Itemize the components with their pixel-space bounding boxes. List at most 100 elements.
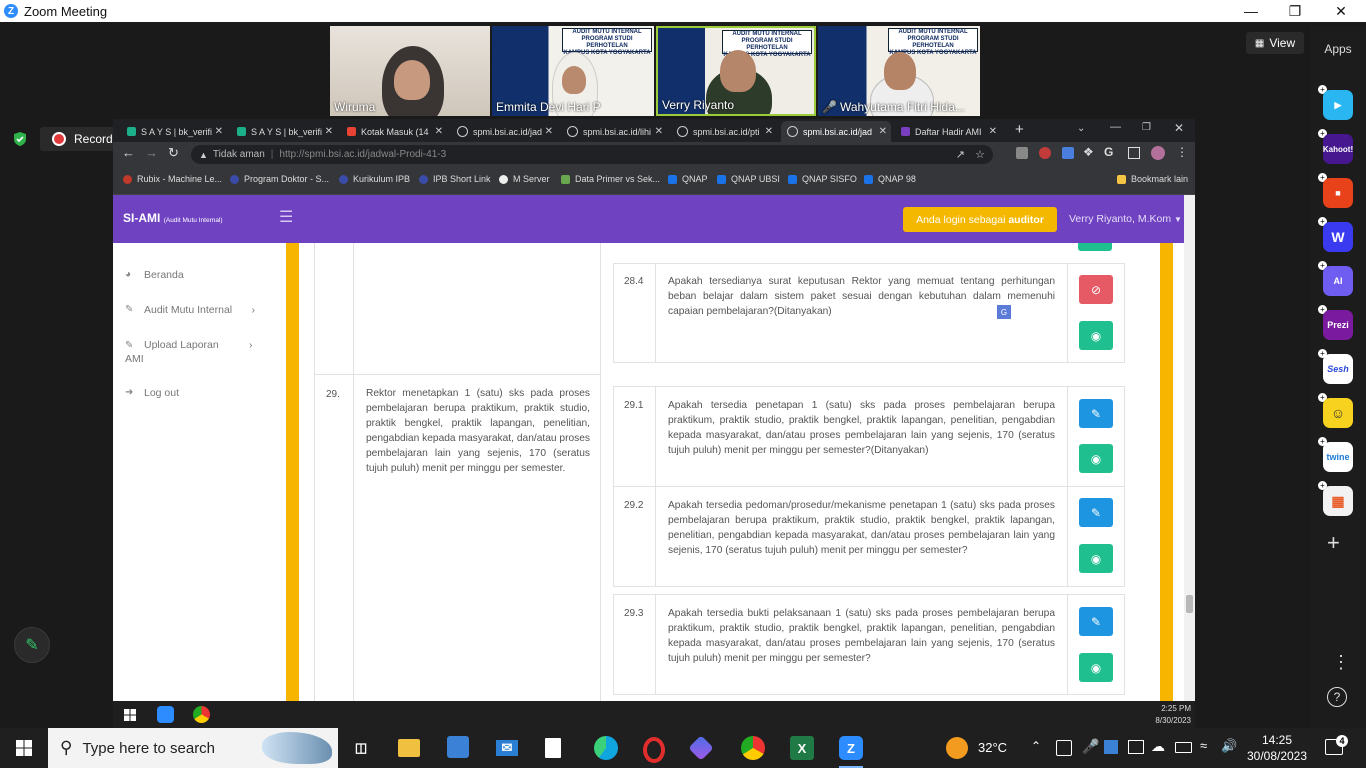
app-icon-twine[interactable]: twine bbox=[1323, 442, 1353, 472]
new-tab-icon[interactable]: + bbox=[1015, 121, 1024, 138]
store-icon[interactable] bbox=[447, 736, 469, 758]
bookmark-item[interactable]: QNAP UBSI bbox=[717, 174, 780, 184]
windows-start-icon[interactable] bbox=[16, 740, 32, 756]
browser-minimize-icon[interactable]: — bbox=[1110, 121, 1121, 133]
view-button[interactable]: ◉ bbox=[1079, 653, 1113, 682]
sidebar-item-beranda[interactable]: ◕ Beranda bbox=[125, 269, 184, 281]
view-button[interactable]: ◉ bbox=[1079, 544, 1113, 573]
wifi-icon[interactable]: ≈ bbox=[1200, 738, 1207, 753]
zoom-taskbar-icon[interactable] bbox=[157, 706, 174, 723]
address-bar[interactable]: ▲ Tidak aman | http://spmi.bsi.ac.id/jad… bbox=[191, 145, 993, 164]
tab-8[interactable]: Daftar Hadir AMI ✕ bbox=[895, 121, 1001, 142]
bookmark-item[interactable]: Data Primer vs Sek... bbox=[561, 174, 660, 184]
system-clock[interactable]: 14:25 30/08/2023 bbox=[1246, 732, 1308, 764]
show-hidden-icons-chevron[interactable]: ⌃ bbox=[1031, 739, 1041, 753]
back-icon[interactable]: ← bbox=[122, 145, 135, 160]
document-icon[interactable] bbox=[545, 738, 561, 758]
opera-icon[interactable] bbox=[643, 737, 665, 763]
app-icon-smile[interactable]: ☺ bbox=[1323, 398, 1353, 428]
share-icon[interactable]: ↗ bbox=[956, 148, 965, 161]
network-tray-icon[interactable] bbox=[1104, 740, 1118, 754]
chrome-icon[interactable] bbox=[741, 736, 765, 760]
app-icon-grid[interactable]: ▦ bbox=[1323, 486, 1353, 516]
app-icon-1[interactable]: ▶ bbox=[1323, 90, 1353, 120]
app-icon-sesh[interactable]: Sesh bbox=[1323, 354, 1353, 384]
taskbar-search[interactable]: ⚲ Type here to search bbox=[48, 728, 338, 768]
app-icon-w[interactable]: W bbox=[1323, 222, 1353, 252]
help-icon[interactable]: ? bbox=[1327, 687, 1347, 707]
extensions-puzzle-icon[interactable]: ❖ bbox=[1083, 145, 1094, 159]
tab-6[interactable]: spmi.bsi.ac.id/pti ✕ bbox=[671, 121, 777, 142]
google-icon[interactable]: G bbox=[1104, 145, 1113, 159]
tab-1[interactable]: S A Y S | bk_verifi ✕ bbox=[121, 121, 227, 142]
minimize-icon[interactable]: — bbox=[1228, 0, 1274, 22]
edit-button[interactable]: ✎ bbox=[1079, 498, 1113, 527]
windows-start-icon[interactable] bbox=[124, 708, 136, 721]
app-icon-prezi[interactable]: Prezi bbox=[1323, 310, 1353, 340]
sidebar-item-audit[interactable]: ✎ Audit Mutu Internal › bbox=[125, 304, 255, 316]
reload-icon[interactable]: ↻ bbox=[168, 145, 179, 161]
power-automate-icon[interactable] bbox=[688, 735, 714, 761]
bookmark-item[interactable]: M Server bbox=[499, 174, 550, 184]
bookmark-item[interactable]: QNAP 98 bbox=[864, 174, 916, 184]
view-button[interactable]: ◉ bbox=[1079, 321, 1113, 350]
edge-icon[interactable] bbox=[594, 736, 618, 760]
view-button[interactable] bbox=[1078, 243, 1112, 251]
translate-popup-icon[interactable]: G bbox=[996, 304, 1012, 320]
add-app-icon[interactable]: + bbox=[1327, 530, 1340, 556]
sidebar-item-upload[interactable]: ✎ Upload Laporan AMI › bbox=[125, 338, 253, 366]
tab-5[interactable]: spmi.bsi.ac.id/lihi ✕ bbox=[561, 121, 667, 142]
browser-close-icon[interactable]: ✕ bbox=[1174, 121, 1184, 135]
bookmark-item[interactable]: QNAP bbox=[668, 174, 708, 184]
tab-2[interactable]: S A Y S | bk_verifi ✕ bbox=[231, 121, 337, 142]
chrome-taskbar-icon[interactable] bbox=[193, 706, 210, 723]
bookmark-item[interactable]: IPB Short Link bbox=[419, 174, 491, 184]
restore-icon[interactable]: ❐ bbox=[1272, 0, 1318, 22]
video-tile-emmita[interactable]: AUDIT MUTU INTERNAL PROGRAM STUDI PERHOTE… bbox=[492, 26, 654, 116]
app-icon-kahoot[interactable]: Kahoot! bbox=[1323, 134, 1353, 164]
video-tile-wiruma[interactable]: Wiruma bbox=[330, 26, 490, 116]
camera-icon[interactable] bbox=[1056, 740, 1072, 756]
edit-button[interactable]: ✎ bbox=[1079, 607, 1113, 636]
close-icon[interactable]: ✕ bbox=[1318, 0, 1364, 22]
tab-search-chevron-icon[interactable]: ⌄ bbox=[1077, 123, 1085, 134]
tab-3[interactable]: Kotak Masuk (14 ✕ bbox=[341, 121, 447, 142]
more-icon[interactable]: ⋮ bbox=[1332, 652, 1350, 673]
video-tile-wahyutama[interactable]: AUDIT MUTU INTERNAL PROGRAM STUDI PERHOTE… bbox=[818, 26, 980, 116]
extension-icon-2[interactable] bbox=[1039, 147, 1051, 159]
translate-extension-icon[interactable] bbox=[1062, 147, 1074, 159]
cloud-icon[interactable]: ☁ bbox=[1151, 738, 1165, 755]
browser-restore-icon[interactable]: ❐ bbox=[1142, 122, 1151, 133]
app-icon-ai[interactable]: AI bbox=[1323, 266, 1353, 296]
sidebar-item-logout[interactable]: ➜ Log out bbox=[125, 387, 179, 399]
weather-icon[interactable] bbox=[946, 737, 968, 759]
shield-icon[interactable] bbox=[12, 131, 28, 147]
tab-7-active[interactable]: spmi.bsi.ac.id/jad ✕ bbox=[781, 121, 891, 142]
bookmark-other-folder[interactable]: Bookmark lain bbox=[1117, 174, 1188, 184]
video-tile-verry[interactable]: AUDIT MUTU INTERNAL PROGRAM STUDI PERHOTE… bbox=[656, 26, 816, 116]
annotate-pencil-icon[interactable]: ✎ bbox=[14, 627, 50, 663]
user-menu[interactable]: Verry Riyanto, M.Kom ▼ bbox=[1069, 213, 1182, 225]
bookmark-item[interactable]: Program Doktor - S... bbox=[230, 174, 329, 184]
display-icon[interactable] bbox=[1128, 740, 1144, 754]
bookmark-item[interactable]: Kurikulum IPB bbox=[339, 174, 410, 184]
temperature[interactable]: 32°C bbox=[978, 740, 1007, 755]
microphone-icon[interactable]: 🎤 bbox=[1082, 738, 1099, 755]
bookmark-item[interactable]: QNAP SISFO bbox=[788, 174, 857, 184]
excel-icon[interactable]: X bbox=[790, 736, 814, 760]
file-explorer-icon[interactable] bbox=[398, 739, 420, 757]
tab-4[interactable]: spmi.bsi.ac.id/jad ✕ bbox=[451, 121, 557, 142]
side-panel-icon[interactable] bbox=[1128, 147, 1140, 159]
app-brand[interactable]: SI-AMI (Audit Mutu Internal) bbox=[123, 211, 223, 225]
forward-icon[interactable]: → bbox=[145, 145, 158, 160]
zoom-icon[interactable]: Z bbox=[839, 736, 863, 760]
hamburger-menu-icon[interactable]: ☰ bbox=[279, 207, 293, 227]
scrollbar-thumb[interactable] bbox=[1186, 595, 1193, 613]
bookmark-star-icon[interactable]: ☆ bbox=[975, 148, 985, 161]
page-scrollbar[interactable] bbox=[1184, 195, 1195, 701]
bookmark-item[interactable]: Rubix - Machine Le... bbox=[123, 174, 222, 184]
battery-icon[interactable] bbox=[1175, 742, 1192, 753]
task-view-icon[interactable]: ◫ bbox=[349, 736, 373, 760]
cancel-button[interactable]: ⊘ bbox=[1079, 275, 1113, 304]
volume-icon[interactable]: 🔊 bbox=[1221, 738, 1237, 754]
